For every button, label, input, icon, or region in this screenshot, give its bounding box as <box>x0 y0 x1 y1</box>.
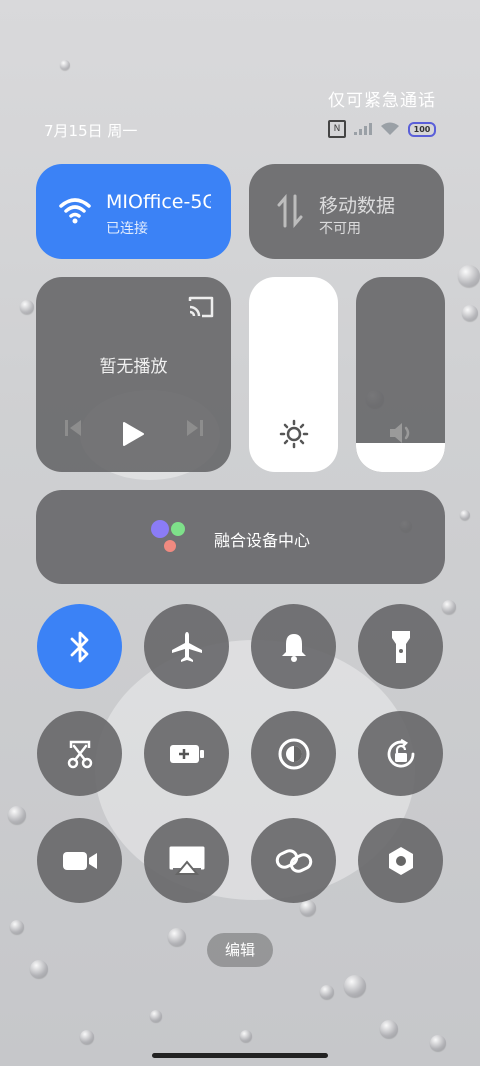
mobile-data-label: 移动数据 <box>319 195 396 217</box>
mobile-data-status: 不可用 <box>319 221 361 237</box>
bell-icon <box>281 633 306 662</box>
media-player-tile[interactable]: 暂无播放 <box>36 277 231 472</box>
wifi-icon <box>59 198 91 224</box>
dark-mode-toggle[interactable] <box>251 711 336 796</box>
wifi-status: 已连接 <box>106 221 148 237</box>
scissors-icon <box>67 740 92 768</box>
bluetooth-toggle[interactable] <box>37 604 122 689</box>
rotation-lock-toggle[interactable] <box>358 711 443 796</box>
speaker-icon <box>390 423 410 443</box>
contrast-icon <box>278 738 309 769</box>
screen-record-toggle[interactable] <box>37 818 122 903</box>
link-icon <box>275 848 312 873</box>
sun-icon <box>279 419 309 449</box>
battery-plus-icon <box>169 744 204 763</box>
play-icon[interactable] <box>121 421 145 447</box>
battery-saver-toggle[interactable] <box>144 711 229 796</box>
nfc-icon: N <box>328 120 346 138</box>
hexagon-nut-icon <box>388 846 413 875</box>
edit-button[interactable]: 编辑 <box>207 933 273 967</box>
flashlight-toggle[interactable] <box>358 604 443 689</box>
device-hub-label: 融合设备中心 <box>214 531 311 550</box>
home-indicator[interactable] <box>152 1053 328 1058</box>
airplane-icon <box>171 631 202 662</box>
ringer-toggle[interactable] <box>251 604 336 689</box>
volume-slider[interactable] <box>356 277 445 472</box>
next-icon[interactable] <box>184 417 206 439</box>
link-toggle[interactable] <box>251 818 336 903</box>
volume-level-fill <box>356 442 445 472</box>
device-hub-icon <box>151 520 196 556</box>
wifi-tile[interactable]: MIOffice-5G 已连接 <box>36 164 231 259</box>
battery-icon: 100 <box>408 121 436 137</box>
mobile-data-tile[interactable]: 移动数据 不可用 <box>249 164 444 259</box>
device-hub-tile[interactable]: 融合设备中心 <box>36 490 445 584</box>
cast-screen-toggle[interactable] <box>144 818 229 903</box>
emergency-calls-only: 仅可紧急通话 <box>328 91 436 111</box>
previous-icon[interactable] <box>62 417 84 439</box>
signal-icon <box>354 123 372 135</box>
screenshot-toggle[interactable] <box>37 711 122 796</box>
wifi-network-name: MIOffice-5G <box>106 191 211 213</box>
rotation-lock-icon <box>387 738 414 767</box>
settings-toggle[interactable] <box>358 818 443 903</box>
media-status: 暂无播放 <box>99 357 168 377</box>
wifi-status-icon <box>381 122 399 135</box>
date-label: 7月15日 周一 <box>44 122 138 140</box>
bluetooth-icon <box>70 631 88 662</box>
screen-cast-icon <box>169 846 204 875</box>
airplane-mode-toggle[interactable] <box>144 604 229 689</box>
mobile-data-icon <box>277 194 303 228</box>
status-icons: N 100 <box>328 120 436 138</box>
cast-icon[interactable] <box>187 295 215 319</box>
brightness-slider[interactable] <box>249 277 338 472</box>
video-camera-icon <box>62 851 97 870</box>
flashlight-icon <box>391 630 410 663</box>
